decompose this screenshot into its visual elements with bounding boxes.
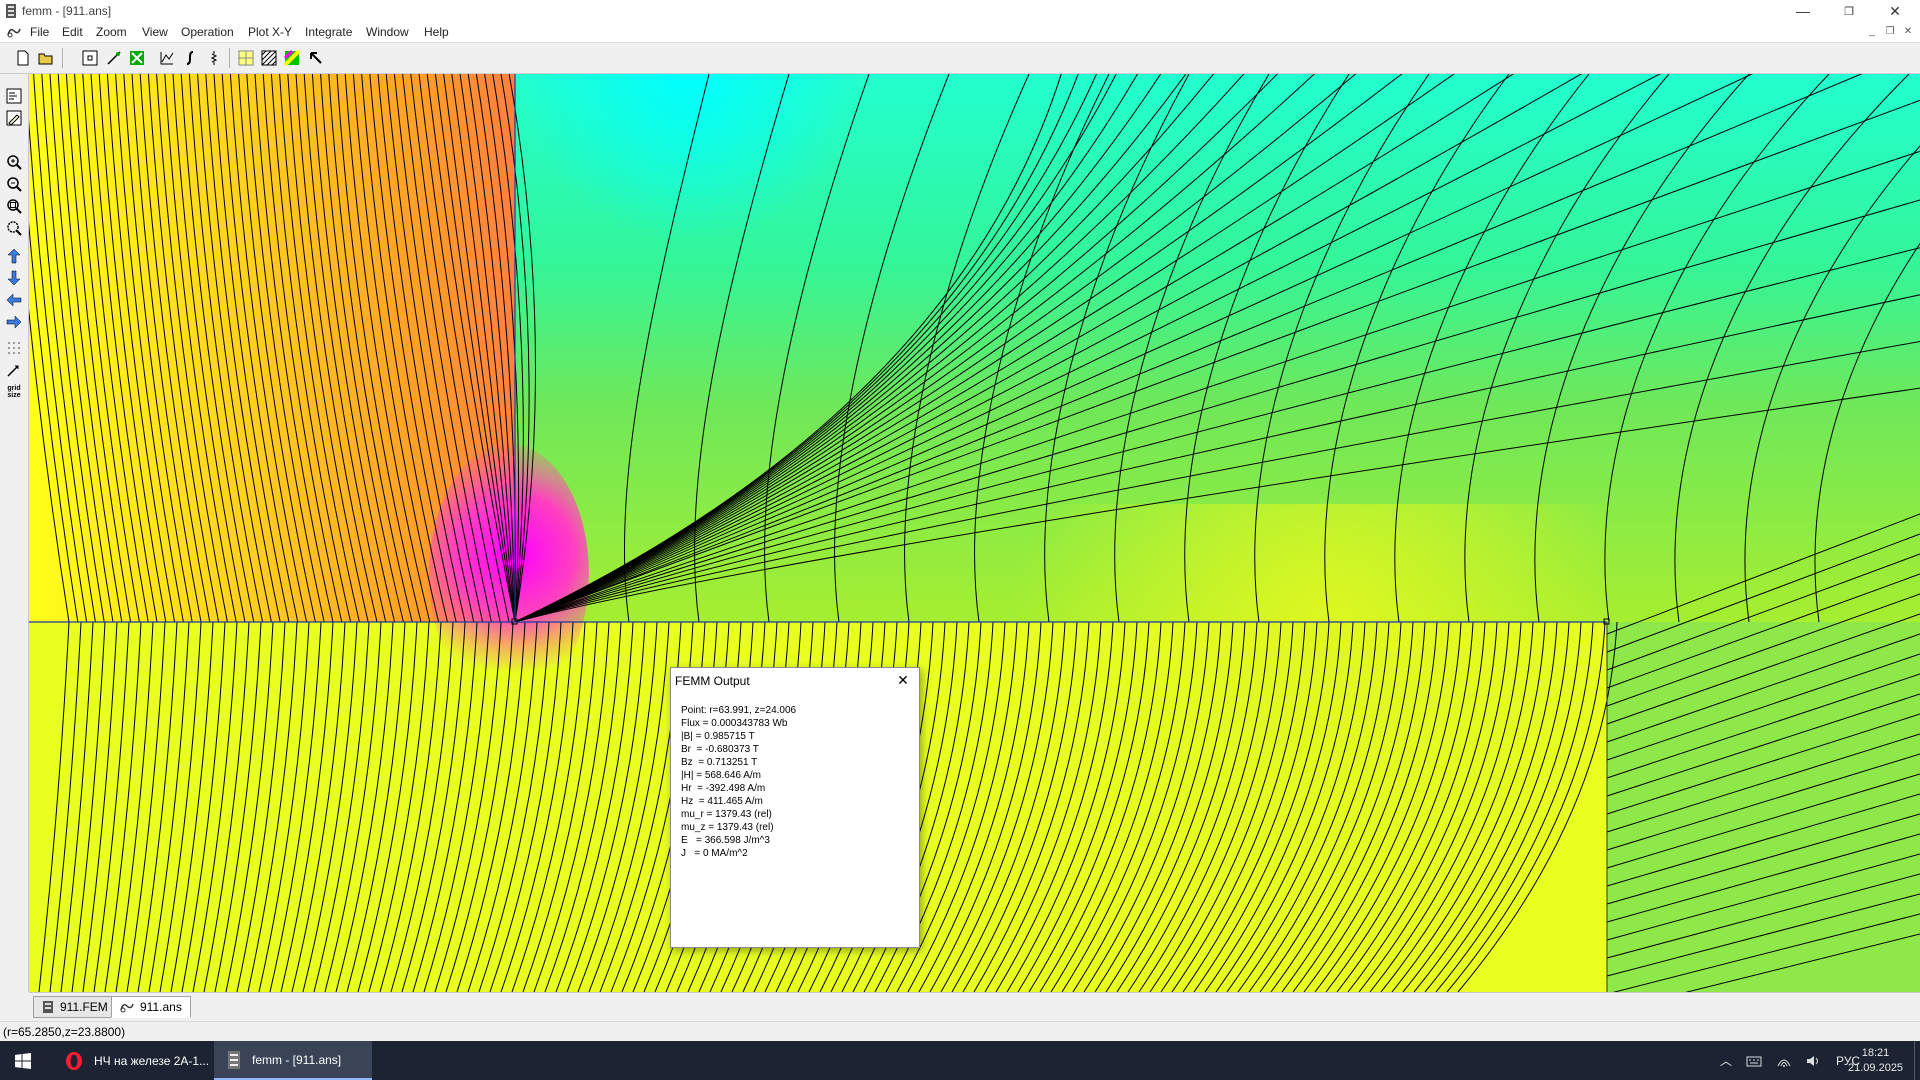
output-line: Point: r=63.991, z=24.006 bbox=[681, 705, 797, 716]
integrate-icon[interactable] bbox=[180, 48, 200, 68]
grid-size-label: grid size bbox=[7, 385, 21, 399]
restore-button[interactable]: ❐ bbox=[1826, 0, 1872, 22]
pan-up-icon[interactable] bbox=[4, 246, 24, 266]
menu-bar: File Edit Zoom View Operation Plot X-Y I… bbox=[0, 22, 1920, 43]
toolbar-separator bbox=[229, 48, 230, 68]
minimize-button[interactable]: — bbox=[1780, 0, 1826, 22]
output-line: J = 0 MA/m^2 bbox=[681, 848, 748, 859]
document-tabs: 911.FEM 911.ans bbox=[29, 992, 1920, 1021]
menu-plot-xy[interactable]: Plot X-Y bbox=[248, 25, 292, 39]
dialog-title: FEMM Output bbox=[675, 674, 750, 688]
plot-xy-icon[interactable] bbox=[157, 48, 177, 68]
density-plot-icon[interactable] bbox=[282, 48, 302, 68]
area-mode-icon[interactable] bbox=[127, 48, 147, 68]
taskbar-item-opera[interactable]: НЧ на железе 2А-1... bbox=[52, 1041, 238, 1080]
zoom-in-icon[interactable] bbox=[4, 152, 24, 172]
circuit-props-icon[interactable] bbox=[204, 48, 224, 68]
window-title: femm - [911.ans] bbox=[22, 4, 112, 18]
field-plot-canvas[interactable] bbox=[29, 74, 1920, 992]
zoom-out-icon[interactable] bbox=[4, 174, 24, 194]
output-line: Hr = -392.498 A/m bbox=[681, 783, 766, 794]
status-bar: (r=65.2850,z=23.8800) bbox=[0, 1021, 1920, 1042]
output-line: mu_z = 1379.43 (rel) bbox=[681, 822, 774, 833]
clock-time: 18:21 bbox=[1861, 1046, 1890, 1059]
toolbar-separator bbox=[62, 48, 63, 68]
tab-label: 911.FEM bbox=[60, 1000, 108, 1014]
menu-view[interactable]: View bbox=[142, 25, 168, 39]
pan-right-icon[interactable] bbox=[4, 312, 24, 332]
fem-file-icon bbox=[43, 1001, 53, 1013]
contour-mode-icon[interactable] bbox=[104, 48, 124, 68]
new-file-icon[interactable] bbox=[13, 48, 33, 68]
output-line: |B| = 0.985715 T bbox=[681, 731, 755, 742]
mdi-minimize-button[interactable]: _ bbox=[1864, 24, 1880, 38]
clock-date: 21.09.2025 bbox=[1848, 1061, 1904, 1074]
taskbar-item-femm[interactable]: femm - [911.ans] bbox=[214, 1041, 372, 1080]
contour-plot-icon[interactable] bbox=[4, 108, 24, 128]
volume-icon[interactable] bbox=[1806, 1054, 1822, 1068]
tab-911-ans[interactable]: 911.ans bbox=[111, 996, 191, 1018]
menu-help[interactable]: Help bbox=[424, 25, 449, 39]
menu-zoom[interactable]: Zoom bbox=[96, 25, 127, 39]
title-bar: femm - [911.ans] — ❐ ✕ bbox=[0, 0, 1920, 22]
femm-taskbar-icon bbox=[228, 1050, 240, 1069]
ans-file-icon bbox=[120, 1003, 134, 1013]
clock[interactable]: 18:21 21.09.2025 bbox=[1848, 1041, 1903, 1080]
doc-icon[interactable] bbox=[6, 25, 22, 39]
point-mode-icon[interactable] bbox=[80, 48, 100, 68]
output-line: Bz = 0.713251 T bbox=[681, 757, 758, 768]
hatch-icon[interactable] bbox=[259, 48, 279, 68]
mdi-close-button[interactable]: ✕ bbox=[1900, 24, 1916, 38]
network-icon[interactable] bbox=[1776, 1054, 1792, 1068]
air-region-lower bbox=[1607, 622, 1920, 992]
open-file-icon[interactable] bbox=[36, 48, 56, 68]
grid-size-icon[interactable]: grid size bbox=[4, 382, 24, 402]
tab-911-fem[interactable]: 911.FEM bbox=[33, 996, 117, 1018]
menu-operation[interactable]: Operation bbox=[181, 25, 234, 39]
menu-integrate[interactable]: Integrate bbox=[305, 25, 352, 39]
output-line: Hz = 411.465 A/m bbox=[681, 796, 763, 807]
menu-edit[interactable]: Edit bbox=[62, 25, 83, 39]
snap-grid-icon[interactable] bbox=[4, 360, 24, 380]
taskbar-item-label: НЧ на железе 2А-1... bbox=[94, 1053, 210, 1068]
show-grid-icon[interactable] bbox=[4, 338, 24, 358]
show-desktop-button[interactable] bbox=[1914, 1041, 1920, 1080]
tab-label: 911.ans bbox=[140, 1000, 182, 1014]
opera-icon bbox=[66, 1051, 82, 1070]
taskbar: НЧ на железе 2А-1... femm - [911.ans] ︿ … bbox=[0, 1041, 1920, 1080]
tray-chevron-icon[interactable]: ︿ bbox=[1720, 1052, 1732, 1069]
menu-window[interactable]: Window bbox=[366, 25, 409, 39]
zoom-window-icon[interactable] bbox=[4, 218, 24, 238]
start-button[interactable] bbox=[0, 1041, 46, 1080]
mdi-restore-button[interactable]: ❐ bbox=[1882, 24, 1898, 38]
density-plot[interactable] bbox=[29, 74, 1920, 992]
pan-left-icon[interactable] bbox=[4, 290, 24, 310]
dialog-output-text: Point: r=63.991, z=24.006 Flux = 0.00034… bbox=[681, 704, 909, 860]
pan-down-icon[interactable] bbox=[4, 268, 24, 288]
close-button[interactable]: ✕ bbox=[1872, 0, 1918, 22]
femm-output-dialog: FEMM Output ✕ Point: r=63.991, z=24.006 … bbox=[670, 667, 920, 948]
output-line: |H| = 568.646 A/m bbox=[681, 770, 761, 781]
menu-file[interactable]: File bbox=[30, 25, 49, 39]
dialog-close-icon[interactable]: ✕ bbox=[893, 670, 913, 690]
vector-plot-icon[interactable] bbox=[4, 86, 24, 106]
windows-icon bbox=[15, 1052, 31, 1069]
main-toolbar bbox=[0, 43, 1920, 74]
system-tray: ︿ РУС bbox=[1720, 1041, 1860, 1080]
left-toolbar: grid size bbox=[0, 74, 29, 992]
output-line: E = 366.598 J/m^3 bbox=[681, 835, 770, 846]
pointer-icon[interactable] bbox=[306, 48, 326, 68]
coordinate-readout: (r=65.2850,z=23.8800) bbox=[3, 1025, 126, 1039]
output-line: mu_r = 1379.43 (rel) bbox=[681, 809, 772, 820]
femm-app-icon bbox=[6, 4, 16, 18]
show-mesh-icon[interactable] bbox=[236, 48, 256, 68]
keyboard-icon[interactable] bbox=[1746, 1054, 1762, 1068]
output-line: Flux = 0.000343783 Wb bbox=[681, 718, 788, 729]
zoom-natural-icon[interactable] bbox=[4, 196, 24, 216]
output-line: Br = -0.680373 T bbox=[681, 744, 759, 755]
taskbar-item-label: femm - [911.ans] bbox=[252, 1052, 342, 1067]
